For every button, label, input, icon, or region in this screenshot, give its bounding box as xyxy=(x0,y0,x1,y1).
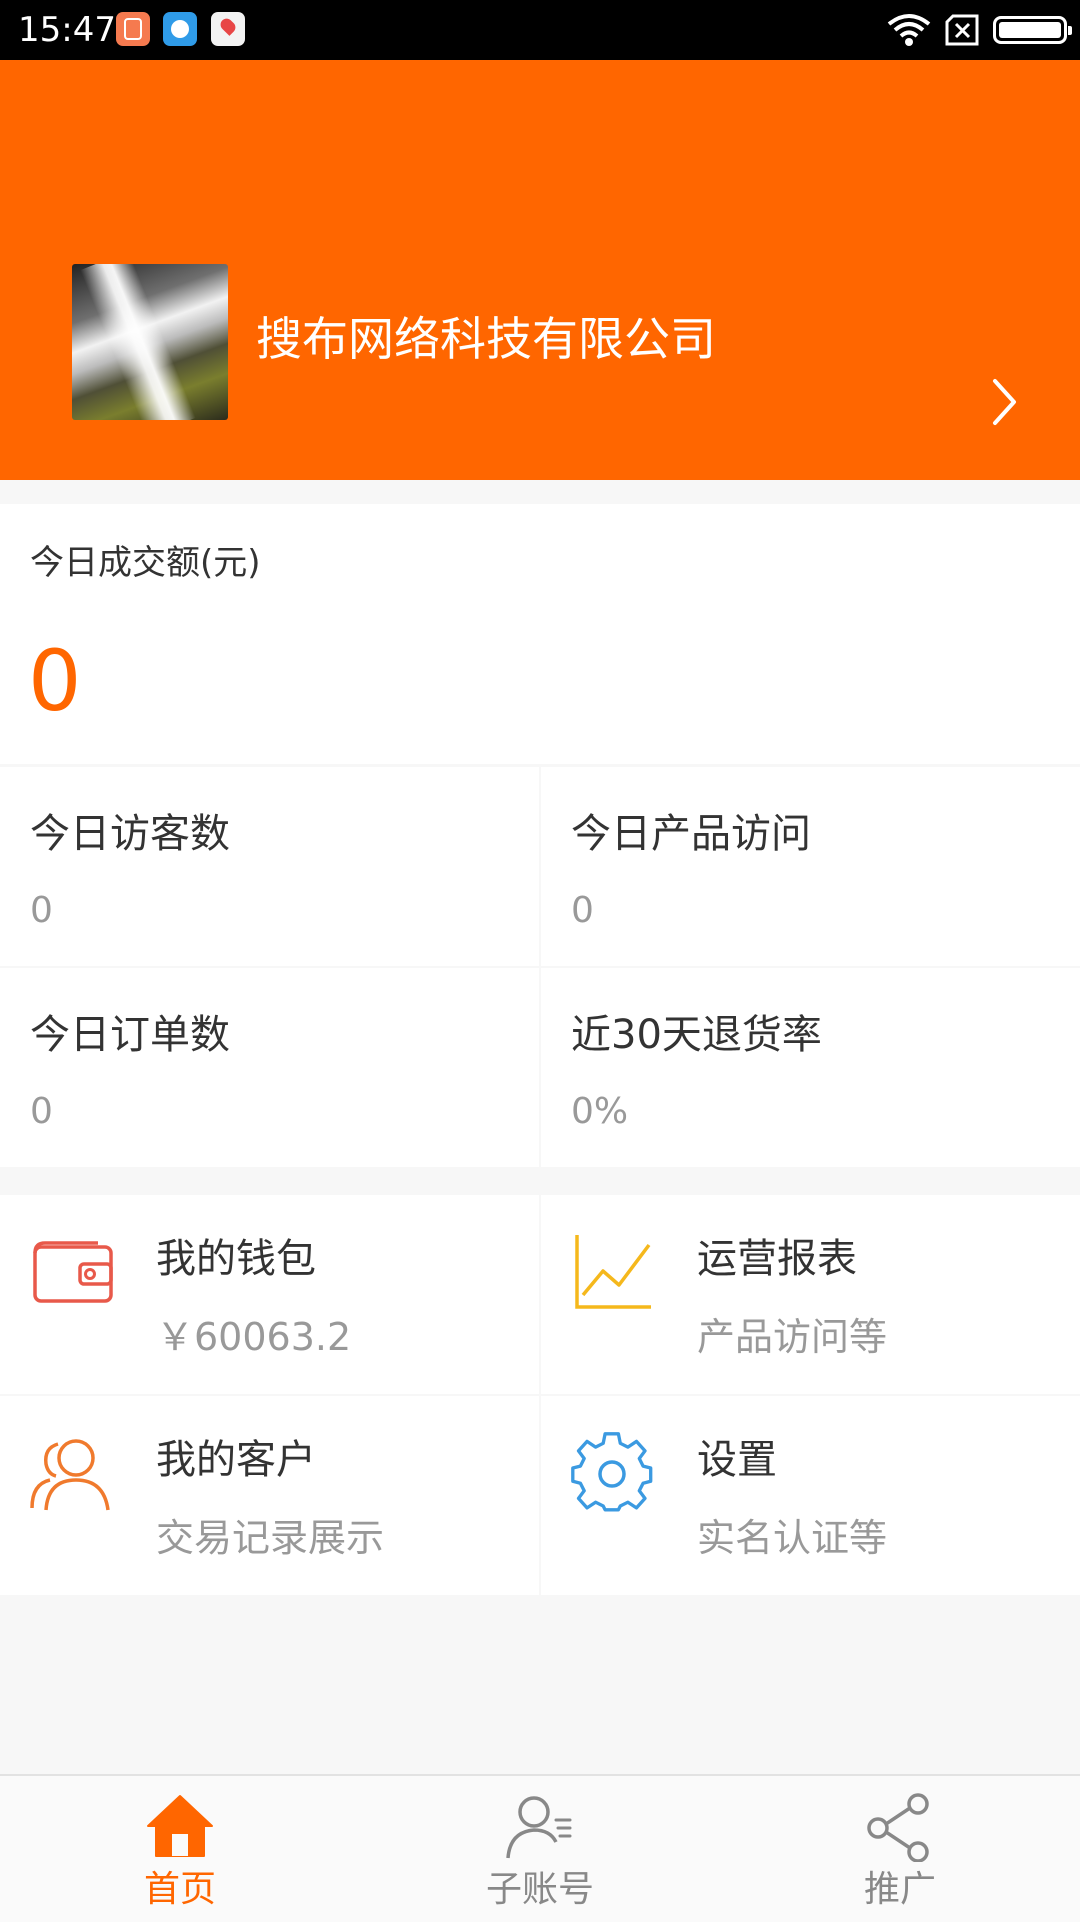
stat-today-orders: 今日订单数 0 xyxy=(0,968,539,1167)
menu-title: 我的客户 xyxy=(156,1437,316,1483)
stat-today-product-visits: 今日产品访问 0 xyxy=(541,767,1080,966)
menu-title: 运营报表 xyxy=(697,1236,857,1282)
company-name[interactable]: 搜布网络科技有限公司 xyxy=(256,308,716,370)
sub-account-icon xyxy=(506,1796,572,1859)
status-time: 15:47 xyxy=(18,10,116,50)
tab-label: 推广 xyxy=(863,1869,936,1910)
today-sales-value: 0 xyxy=(28,632,82,730)
chevron-right-icon[interactable] xyxy=(992,378,1018,426)
home-icon xyxy=(147,1795,213,1857)
menu-subtitle: ￥60063.2 xyxy=(156,1315,352,1359)
line-chart-icon xyxy=(575,1235,651,1309)
map-notification-icon xyxy=(211,12,245,46)
stat-value: 0 xyxy=(30,1091,53,1132)
today-sales-card: 今日成交额(元) 0 xyxy=(0,504,1080,764)
tab-label: 子账号 xyxy=(485,1869,594,1910)
menu-grid: 我的钱包 ￥60063.2 运营报表 产品访问等 我的客户 交易记录展示 设置 … xyxy=(0,1195,1080,1595)
menu-my-customers[interactable]: 我的客户 交易记录展示 xyxy=(0,1396,539,1595)
stat-title: 近30天退货率 xyxy=(571,1012,822,1058)
stats-grid: 今日访客数 0 今日产品访问 0 今日订单数 0 近30天退货率 0% xyxy=(0,764,1080,1167)
settings-gear-icon xyxy=(571,1432,653,1512)
menu-my-wallet[interactable]: 我的钱包 ￥60063.2 xyxy=(0,1195,539,1394)
tab-sub-accounts[interactable]: 子账号 xyxy=(360,1776,720,1922)
battery-icon xyxy=(993,16,1072,44)
company-avatar[interactable] xyxy=(72,264,228,420)
app-notification-icon xyxy=(163,12,197,46)
stat-today-visitors: 今日访客数 0 xyxy=(0,767,539,966)
menu-settings[interactable]: 设置 实名认证等 xyxy=(541,1396,1080,1595)
stat-value: 0% xyxy=(571,1091,629,1132)
menu-title: 设置 xyxy=(697,1437,777,1483)
today-sales-label: 今日成交额(元) xyxy=(30,543,261,583)
tab-home[interactable]: 首页 xyxy=(0,1776,360,1922)
status-bar: 15:47 xyxy=(0,0,1080,60)
tab-promotion[interactable]: 推广 xyxy=(720,1776,1080,1922)
customers-icon xyxy=(30,1439,110,1511)
app-notification-icon xyxy=(116,12,150,46)
no-sim-icon xyxy=(945,14,979,46)
share-icon xyxy=(867,1793,929,1862)
bottom-tab-bar: 首页 子账号 推广 xyxy=(0,1774,1080,1922)
menu-subtitle: 实名认证等 xyxy=(697,1516,888,1560)
wallet-icon xyxy=(33,1241,113,1303)
stat-return-rate-30d: 近30天退货率 0% xyxy=(541,968,1080,1167)
stat-value: 0 xyxy=(30,890,53,931)
menu-subtitle: 产品访问等 xyxy=(697,1315,888,1359)
menu-title: 我的钱包 xyxy=(156,1236,316,1282)
profile-header[interactable]: 搜布网络科技有限公司 xyxy=(0,60,1080,480)
menu-operation-report[interactable]: 运营报表 产品访问等 xyxy=(541,1195,1080,1394)
stat-title: 今日产品访问 xyxy=(571,811,811,857)
stat-value: 0 xyxy=(571,890,594,931)
tab-label: 首页 xyxy=(143,1869,216,1910)
menu-subtitle: 交易记录展示 xyxy=(156,1516,385,1560)
stat-title: 今日访客数 xyxy=(30,811,230,857)
stat-title: 今日订单数 xyxy=(30,1012,230,1058)
wifi-icon xyxy=(887,14,931,46)
